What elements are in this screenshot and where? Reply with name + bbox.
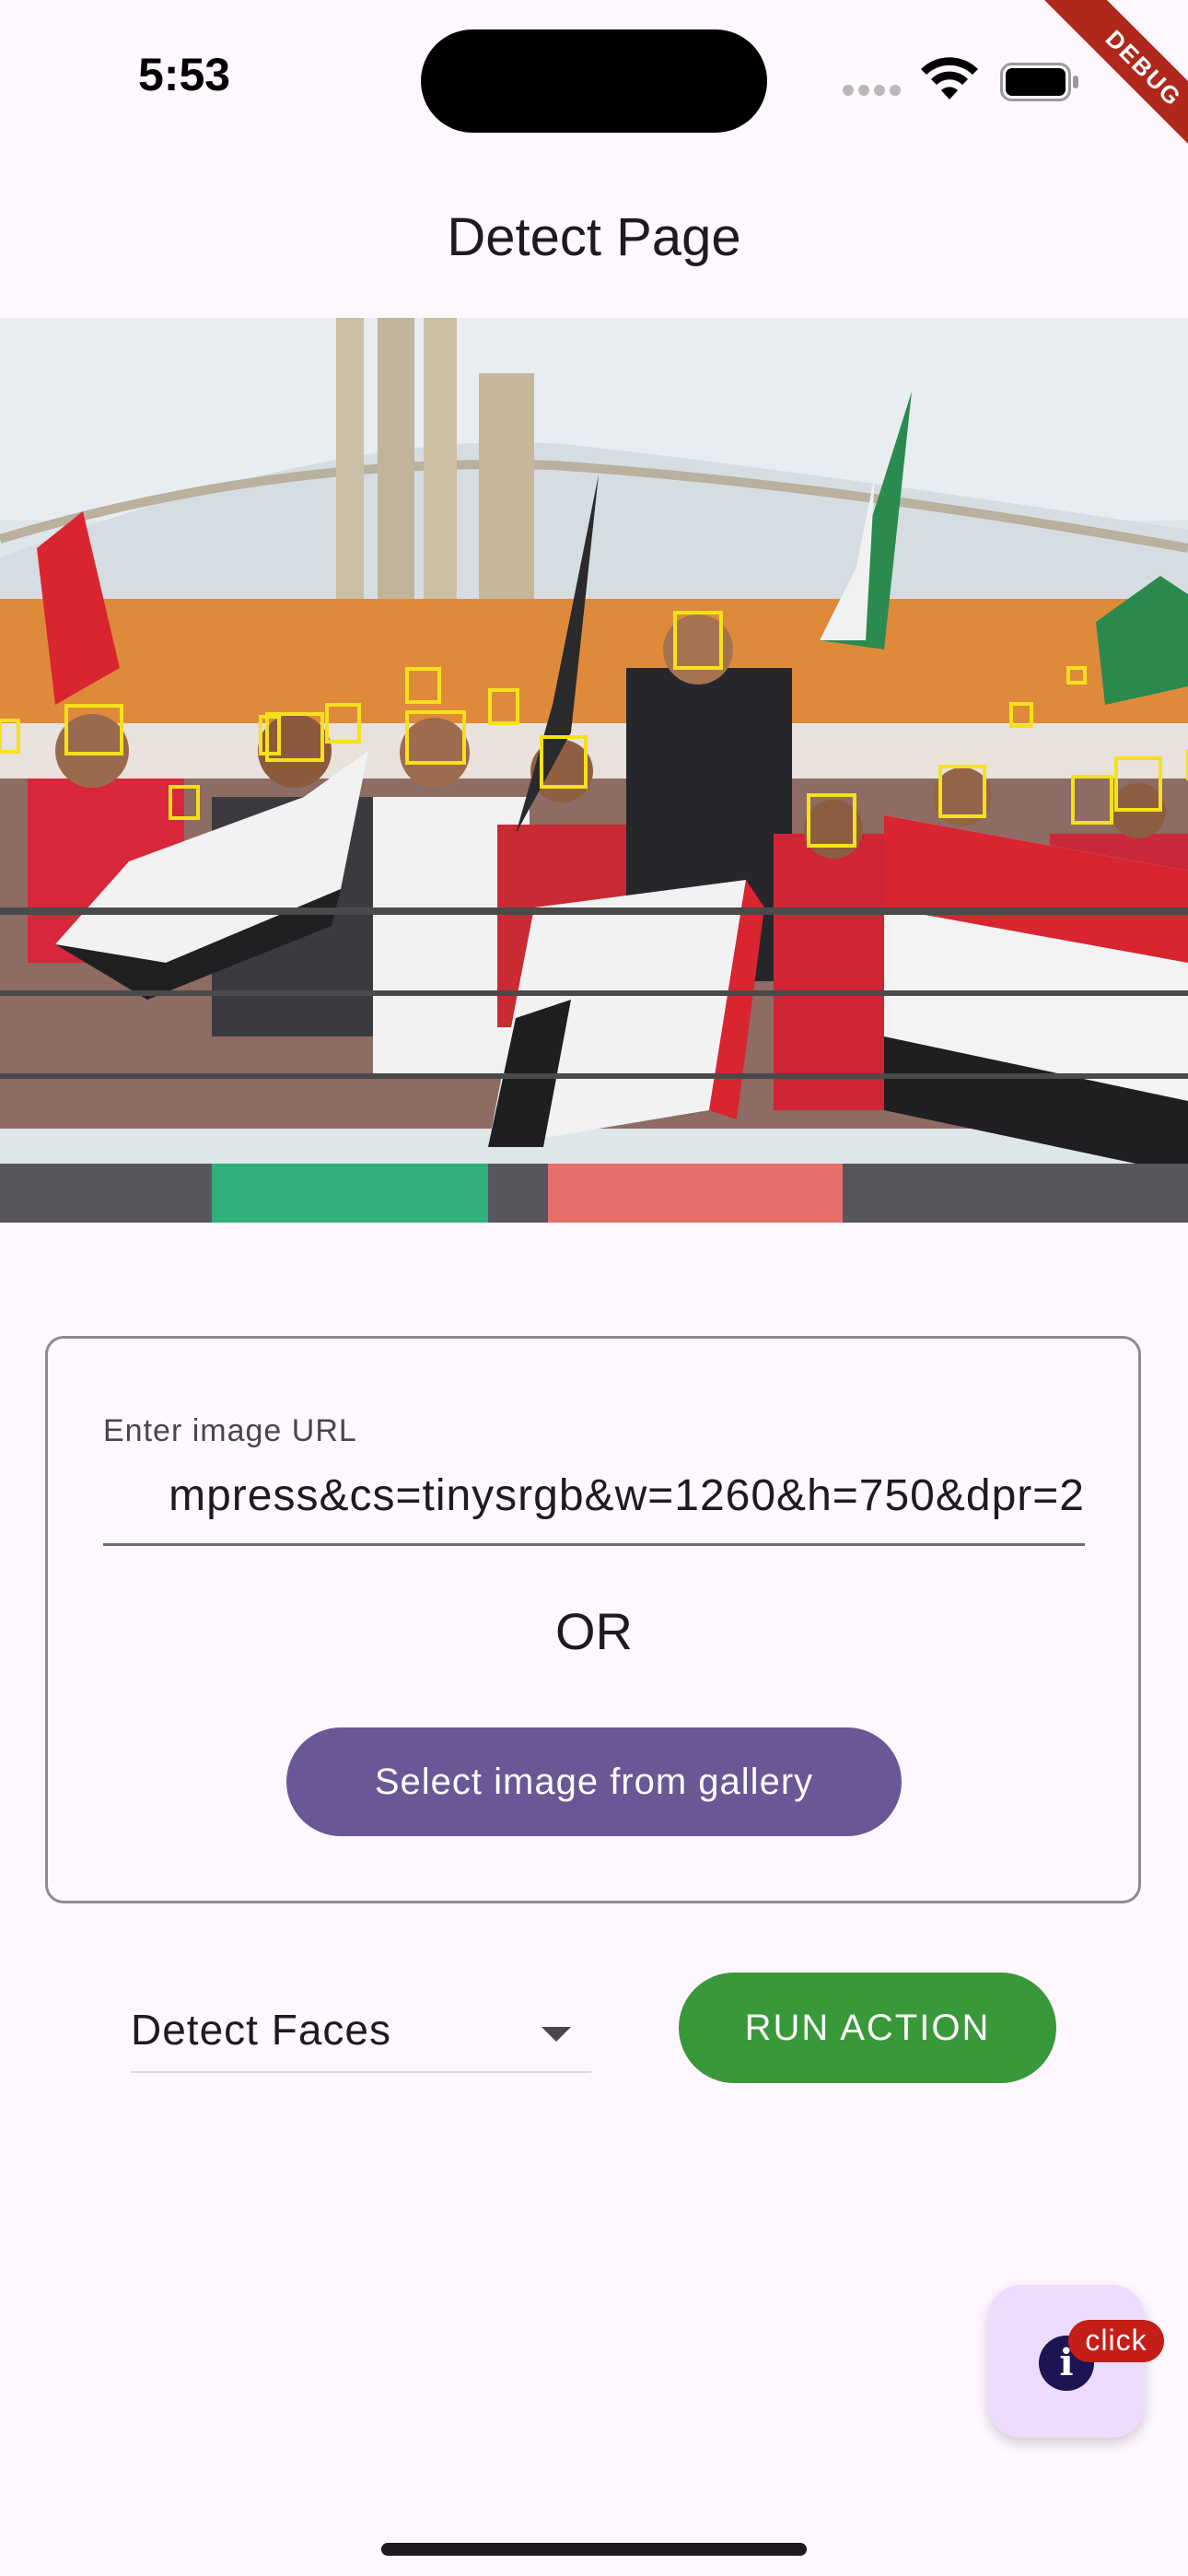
status-time: 5:53 xyxy=(138,49,231,100)
dropdown-arrow-icon xyxy=(542,2027,571,2042)
page-title: Detect Page xyxy=(447,207,741,267)
select-from-gallery-button[interactable]: Select image from gallery xyxy=(286,1727,902,1836)
dynamic-island xyxy=(421,29,767,133)
home-indicator xyxy=(381,2543,807,2556)
detected-image xyxy=(0,318,1188,1223)
url-field-label: Enter image URL xyxy=(103,1413,357,1448)
url-input[interactable]: mpress&cs=tinysrgb&w=1260&h=750&dpr=2 xyxy=(103,1470,1085,1522)
run-action-button[interactable]: RUN ACTION xyxy=(679,1973,1056,2083)
or-divider-text: OR xyxy=(555,1602,633,1660)
click-badge: click xyxy=(1068,2320,1164,2362)
dropdown-selected-value: Detect Faces xyxy=(131,2006,391,2054)
dropdown-underline xyxy=(131,2071,591,2073)
cellular-signal-icon xyxy=(843,85,902,98)
url-input-underline xyxy=(103,1543,1085,1546)
battery-icon xyxy=(1000,63,1078,101)
action-dropdown[interactable]: Detect Faces xyxy=(131,1999,591,2073)
wifi-icon xyxy=(921,57,978,100)
